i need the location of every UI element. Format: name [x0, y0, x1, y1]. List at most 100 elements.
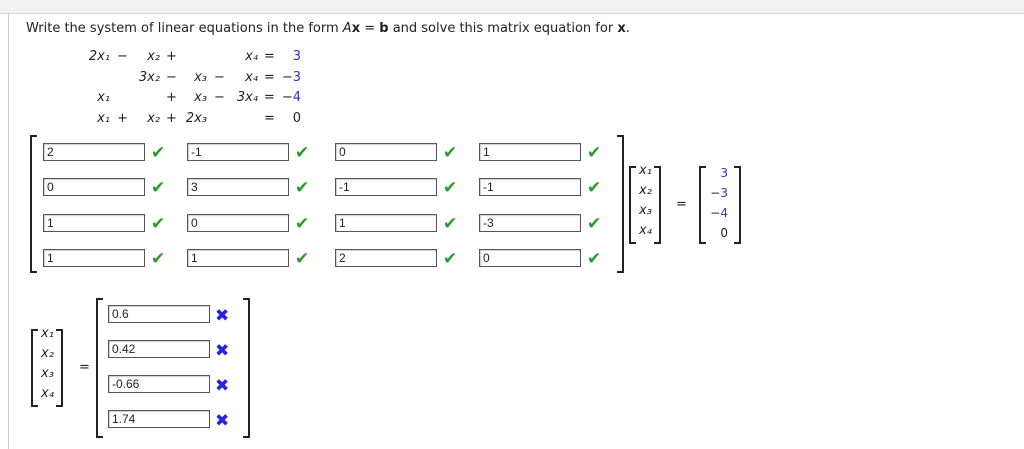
title-A: A [342, 21, 352, 36]
bracket-right [56, 329, 63, 407]
equation-term: 3x₂ [138, 70, 160, 85]
bracket-left [30, 135, 37, 273]
equation-term: 3x₄ [236, 90, 258, 105]
title-end: . [625, 21, 630, 36]
check-icon: ✔ [295, 178, 310, 198]
bracket-left [96, 298, 103, 438]
equation-operator: − [214, 90, 225, 105]
equation-operator: + [166, 49, 177, 64]
matrix-A-input[interactable]: 1 [335, 214, 437, 232]
top-bar [0, 0, 1024, 14]
equation-operator: + [166, 111, 177, 126]
check-icon: ✔ [443, 249, 458, 269]
b-vector-entry: 3 [720, 166, 728, 180]
matrix-A-input[interactable]: -1 [335, 178, 437, 196]
check-icon: ✔ [295, 143, 310, 163]
check-icon: ✔ [587, 178, 602, 198]
b-vector-entry: −3 [710, 186, 728, 200]
check-icon: ✔ [151, 249, 166, 269]
equation-rhs: 0 [292, 111, 301, 126]
title-b: b [379, 21, 389, 36]
matrix-A-input[interactable]: 3 [187, 178, 289, 196]
x-vector-entry: x₁ [41, 326, 54, 341]
equation-operator: − [166, 70, 177, 85]
cross-icon: ✖ [215, 411, 230, 431]
equation-term: x₄ [245, 49, 258, 64]
equation-term: x₄ [245, 70, 258, 85]
cross-icon: ✖ [215, 306, 230, 326]
check-icon: ✔ [587, 249, 602, 269]
x-vector-entry: x₂ [639, 183, 652, 198]
equation-operator: + [166, 90, 177, 105]
equation-term: x₃ [194, 90, 207, 105]
bracket-right [243, 298, 250, 438]
b-vector-entry: 0 [720, 226, 728, 240]
x-vector-entry: x₄ [41, 386, 54, 401]
equation-operator: − [117, 49, 128, 64]
equation-operator: + [117, 111, 128, 126]
cross-icon: ✖ [215, 341, 230, 361]
solution-input[interactable]: 0.42 [108, 340, 210, 358]
b-vector-entry: −4 [710, 206, 728, 220]
check-icon: ✔ [443, 214, 458, 234]
solution-input[interactable]: 1.74 [108, 410, 210, 428]
equation-term: x₃ [194, 70, 207, 85]
matrix-A-input[interactable]: 1 [479, 143, 581, 161]
bracket-left [31, 329, 38, 407]
check-icon: ✔ [443, 178, 458, 198]
solution-input[interactable]: -0.66 [108, 375, 210, 393]
equation-term: 2x₁ [88, 49, 110, 64]
equation-operator: = [264, 90, 275, 105]
cross-icon: ✖ [215, 376, 230, 396]
equation-term: x₂ [147, 111, 160, 126]
check-icon: ✔ [151, 143, 166, 163]
matrix-A-input[interactable]: -1 [479, 178, 581, 196]
matrix-A-input[interactable]: 0 [187, 214, 289, 232]
matrix-A-input[interactable]: 1 [43, 214, 145, 232]
x-vector-entry: x₄ [639, 223, 652, 238]
equals-sign: = [79, 360, 90, 375]
check-icon: ✔ [151, 214, 166, 234]
equation-rhs: −3 [281, 70, 301, 85]
title-x2: x [617, 21, 626, 36]
bracket-right [654, 166, 661, 244]
x-vector-entry: x₃ [41, 366, 54, 381]
equation-term: 2x₃ [185, 111, 207, 126]
x-vector-entry: x₁ [639, 163, 652, 178]
bracket-right [734, 166, 741, 244]
matrix-A-input[interactable]: 1 [43, 249, 145, 267]
check-icon: ✔ [587, 214, 602, 234]
check-icon: ✔ [443, 143, 458, 163]
x-vector-entry: x₂ [41, 346, 54, 361]
matrix-A-input[interactable]: 0 [335, 143, 437, 161]
equation-operator: = [264, 70, 275, 85]
matrix-A-input[interactable]: 2 [335, 249, 437, 267]
matrix-A-input[interactable]: 1 [187, 249, 289, 267]
title-eq: = [360, 21, 380, 36]
solution-input[interactable]: 0.6 [108, 305, 210, 323]
equation-rhs: −4 [281, 90, 301, 105]
page: Write the system of linear equations in … [0, 0, 1024, 449]
equation-operator: − [214, 70, 225, 85]
question-text: Write the system of linear equations in … [26, 21, 630, 36]
bracket-left [629, 166, 636, 244]
check-icon: ✔ [295, 249, 310, 269]
equation-rhs: 3 [292, 49, 301, 64]
check-icon: ✔ [587, 143, 602, 163]
bracket-right [617, 135, 624, 273]
title-post: and solve this matrix equation for [388, 21, 618, 36]
x-vector-entry: x₃ [639, 203, 652, 218]
title-text: Write the system of linear equations in … [26, 21, 343, 36]
matrix-A-input[interactable]: 0 [479, 249, 581, 267]
matrix-A-input[interactable]: -3 [479, 214, 581, 232]
matrix-A-input[interactable]: 0 [43, 178, 145, 196]
equation-term: x₂ [147, 49, 160, 64]
matrix-A-input[interactable]: 2 [43, 143, 145, 161]
equation-term: x₁ [97, 111, 110, 126]
check-icon: ✔ [295, 214, 310, 234]
equation-operator: = [264, 111, 275, 126]
equals-sign: = [676, 197, 687, 212]
matrix-A-input[interactable]: -1 [187, 143, 289, 161]
left-border [8, 14, 9, 449]
equation-term: x₁ [97, 90, 110, 105]
